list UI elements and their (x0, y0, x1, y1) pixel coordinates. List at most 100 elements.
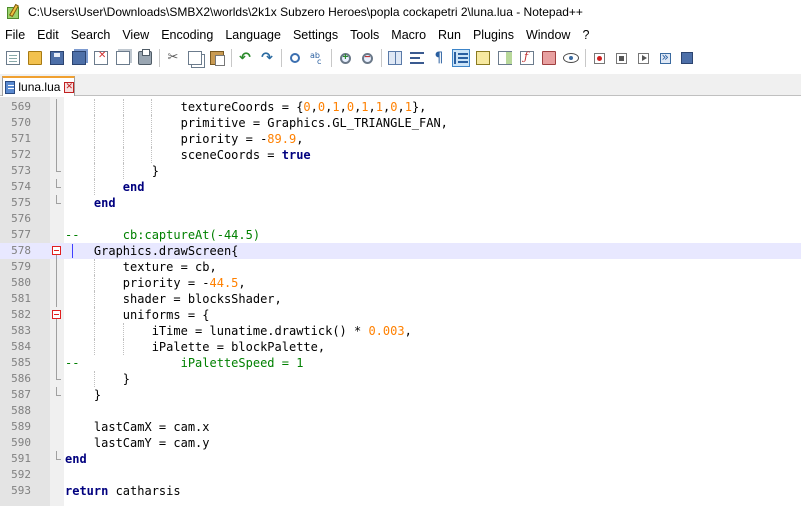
title-bar: C:\Users\User\Downloads\SMBX2\worlds\2k1… (0, 0, 801, 24)
code-line[interactable]: 577 -- cb:captureAt(-44.5) (0, 227, 801, 243)
stop-record-button[interactable] (612, 49, 630, 67)
run-macro-multiple-button[interactable] (656, 49, 674, 67)
record-macro-button[interactable] (590, 49, 608, 67)
code-line[interactable]: 571 priority = -89.9, (0, 131, 801, 147)
code-text: } (122, 372, 131, 386)
menu-macro[interactable]: Macro (385, 24, 432, 46)
code-line[interactable]: 589 lastCamX = cam.x (0, 419, 801, 435)
paste-button[interactable] (208, 49, 226, 67)
file-icon (5, 80, 16, 94)
line-number: 573 (11, 164, 31, 177)
code-text: end (65, 452, 87, 466)
menu-encoding[interactable]: Encoding (155, 24, 219, 46)
undo-icon: ↶ (239, 50, 251, 66)
code-line[interactable]: 584 iPalette = blockPalette, (0, 339, 801, 355)
code-line[interactable]: 582 uniforms = { (0, 307, 801, 323)
menu-tools[interactable]: Tools (344, 24, 385, 46)
playback-macro-button[interactable] (634, 49, 652, 67)
new-file-button[interactable] (4, 49, 22, 67)
zoom-out-button[interactable] (358, 49, 376, 67)
code-line[interactable]: 570 primitive = Graphics.GL_TRIANGLE_FAN… (0, 115, 801, 131)
menu-edit[interactable]: Edit (31, 24, 65, 46)
code-line[interactable]: 593 return catharsis (0, 483, 801, 499)
fold-line (52, 291, 62, 307)
indent-guide-button[interactable] (452, 49, 470, 67)
code-line[interactable]: 580 priority = -44.5, (0, 275, 801, 291)
close-button[interactable] (92, 49, 110, 67)
replace-icon (310, 51, 324, 66)
open-file-button[interactable] (26, 49, 44, 67)
line-number: 577 (11, 228, 31, 241)
close-icon (94, 50, 108, 65)
code-line[interactable]: 590 lastCamY = cam.y (0, 435, 801, 451)
save-macro-button[interactable] (678, 49, 696, 67)
show-all-chars-icon: ¶ (434, 50, 444, 66)
code-line[interactable]: 587 } (0, 387, 801, 403)
code-line[interactable]: 579 texture = cb, (0, 259, 801, 275)
code-line[interactable]: 591 end (0, 451, 801, 467)
code-line[interactable]: 586 } (0, 371, 801, 387)
line-number: 581 (11, 292, 31, 305)
tab-label: luna.lua (18, 80, 61, 94)
show-all-chars-button[interactable]: ¶ (430, 49, 448, 67)
menu-language[interactable]: Language (219, 24, 287, 46)
menu-plugins[interactable]: Plugins (467, 24, 520, 46)
save-all-button[interactable] (70, 49, 88, 67)
find-button[interactable] (286, 49, 304, 67)
menu-run[interactable]: Run (432, 24, 467, 46)
undo-button[interactable]: ↶ (236, 49, 254, 67)
menu-view[interactable]: View (116, 24, 155, 46)
tab-close-icon[interactable]: ✕ (64, 81, 74, 93)
code-line[interactable]: 575 end (0, 195, 801, 211)
fold-toggle-icon[interactable] (52, 307, 62, 323)
toolbar-separator (331, 49, 332, 67)
copy-button[interactable] (186, 49, 204, 67)
function-list-button[interactable] (518, 49, 536, 67)
code-line[interactable]: 592 (0, 467, 801, 483)
cut-button[interactable]: ✂ (164, 49, 182, 67)
monitoring-button[interactable] (562, 49, 580, 67)
code-line[interactable]: 569 textureCoords = {0,0,1,0,1,1,0,1}, (0, 99, 801, 115)
line-number: 584 (11, 340, 31, 353)
close-all-button[interactable] (114, 49, 132, 67)
word-wrap-button[interactable] (408, 49, 426, 67)
code-line[interactable]: 578 Graphics.drawScreen{ (0, 243, 801, 259)
code-line[interactable]: 588 (0, 403, 801, 419)
code-line[interactable]: 576 (0, 211, 801, 227)
zoom-in-button[interactable] (336, 49, 354, 67)
tab-luna-lua[interactable]: luna.lua ✕ (2, 76, 75, 96)
fold-line (52, 339, 62, 355)
menu-file[interactable]: File (0, 24, 31, 46)
save-button[interactable] (48, 49, 66, 67)
fold-line (52, 115, 62, 131)
code-line[interactable]: 572 sceneCoords = true (0, 147, 801, 163)
code-text: iTime = lunatime.drawtick() * 0.003, (151, 324, 412, 338)
replace-button[interactable] (308, 49, 326, 67)
sync-scroll-button[interactable] (386, 49, 404, 67)
stop-record-icon (615, 52, 627, 64)
code-line[interactable]: 583 iTime = lunatime.drawtick() * 0.003, (0, 323, 801, 339)
code-line[interactable]: 573 } (0, 163, 801, 179)
text-caret (72, 244, 73, 258)
code-text: texture = cb, (122, 260, 217, 274)
redo-button[interactable]: ↷ (258, 49, 276, 67)
folder-workspace-button[interactable] (540, 49, 558, 67)
user-defined-lang-button[interactable] (474, 49, 492, 67)
code-text: -- cb:captureAt(-44.5) (65, 228, 261, 242)
menu-window[interactable]: Window (520, 24, 576, 46)
redo-icon: ↷ (261, 50, 273, 66)
code-editor[interactable]: 569 textureCoords = {0,0,1,0,1,1,0,1}, 57… (0, 97, 801, 506)
code-line[interactable]: 574 end (0, 179, 801, 195)
code-line[interactable]: 585 -- iPaletteSpeed = 1 (0, 355, 801, 371)
code-text: -- iPaletteSpeed = 1 (65, 356, 304, 370)
menu-help[interactable]: ? (576, 24, 595, 46)
line-number: 571 (11, 132, 31, 145)
code-line[interactable]: 581 shader = blocksShader, (0, 291, 801, 307)
fold-toggle-icon[interactable] (52, 243, 62, 259)
menu-bar: File Edit Search View Encoding Language … (0, 24, 801, 46)
print-button[interactable] (136, 49, 154, 67)
document-map-button[interactable] (496, 49, 514, 67)
menu-settings[interactable]: Settings (287, 24, 344, 46)
tab-bar: luna.lua ✕ (0, 74, 801, 96)
menu-search[interactable]: Search (65, 24, 117, 46)
